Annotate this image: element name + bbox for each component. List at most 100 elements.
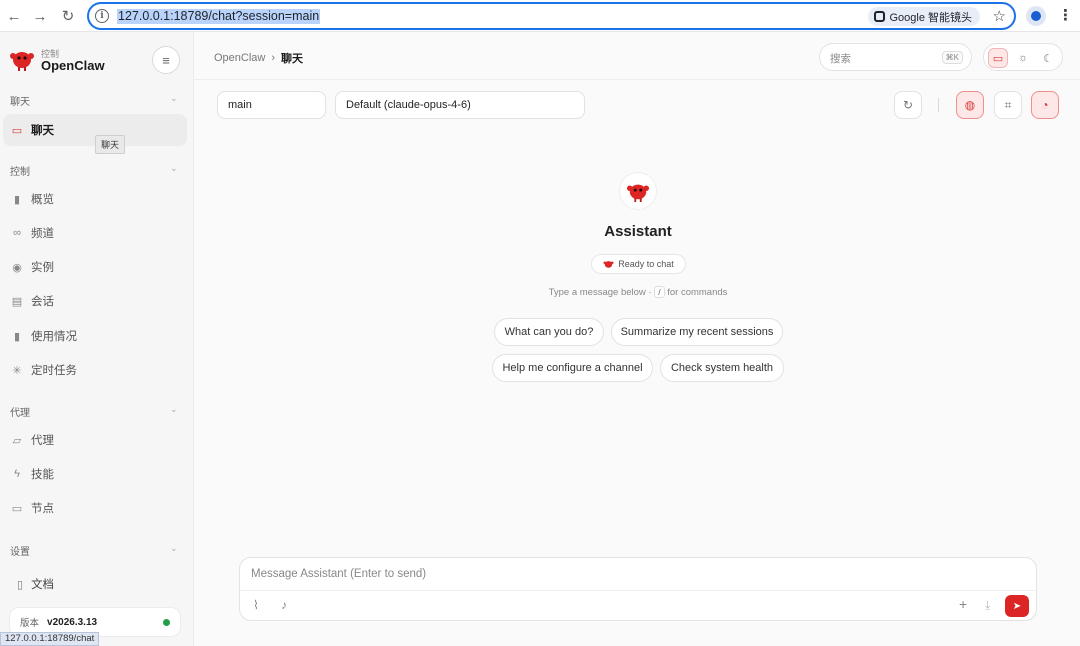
refresh-icon[interactable]: ↻ — [894, 91, 922, 119]
search-placeholder: 搜索 — [830, 53, 851, 65]
send-button[interactable]: ➤ — [1005, 595, 1029, 617]
book-icon: ▯ — [17, 578, 24, 591]
sidebar-item-label: 节点 — [31, 503, 54, 515]
clock-icon[interactable]: ◔ — [1031, 91, 1059, 119]
section-chat-title[interactable]: 聊天 — [10, 93, 30, 108]
sidebar-item-label: 聊天 — [31, 125, 54, 137]
suggestion-chip[interactable]: Summarize my recent sessions — [611, 318, 783, 346]
search-shortcut: ⌘K — [941, 51, 963, 64]
browser-toolbar: ← → ↻ i 127.0.0.1:18789/chat?session=mai… — [0, 0, 1080, 32]
theme-switcher: ▭ ☼ ☾ — [983, 43, 1063, 71]
section-settings-title[interactable]: 设置 — [10, 543, 30, 558]
document-icon: ▤ — [11, 295, 23, 308]
reload-icon[interactable]: ↻ — [58, 6, 78, 26]
breadcrumb-current: 聊天 — [281, 53, 304, 65]
sidebar-item-label: 代理 — [31, 435, 54, 447]
session-select[interactable]: main — [217, 91, 326, 119]
hamburger-icon: ≡ — [162, 52, 170, 68]
address-bar[interactable]: i 127.0.0.1:18789/chat?session=main Goog… — [87, 2, 1016, 30]
composer-hint: Type a message below · / for commands — [438, 286, 838, 298]
sidebar-item-label: 技能 — [31, 469, 54, 481]
microphone-icon[interactable]: ♪ — [281, 598, 287, 612]
monitor-icon: ▭ — [11, 502, 23, 515]
hint-key: / — [654, 286, 665, 298]
brand-name: OpenClaw — [41, 58, 105, 73]
sidebar-item-sessions[interactable]: ▤ 会话 — [3, 285, 187, 317]
suggestion-chip[interactable]: What can you do? — [494, 318, 604, 346]
sidebar-item-label: 定时任务 — [31, 365, 77, 377]
sun-icon[interactable]: ☼ — [1013, 48, 1033, 68]
status-online-dot — [163, 619, 170, 626]
chevron-down-icon[interactable]: ⌄ — [170, 93, 178, 104]
sidebar-item-skills[interactable]: ϟ 技能 — [3, 458, 187, 490]
sidebar-item-instances[interactable]: ◉ 实例 — [3, 251, 187, 283]
monitor-icon[interactable]: ▭ — [988, 48, 1008, 68]
forward-icon[interactable]: → — [30, 6, 50, 26]
section-agents-title[interactable]: 代理 — [10, 404, 30, 419]
broadcast-icon: ◉ — [12, 261, 22, 274]
site-info-icon[interactable]: i — [95, 9, 109, 23]
sidebar-item-agents[interactable]: ▱ 代理 — [3, 424, 187, 456]
assistant-name: Assistant — [604, 223, 672, 240]
sidebar-item-label: 概览 — [31, 194, 54, 206]
bar-chart-icon: ▮ — [13, 330, 21, 343]
focus-icon[interactable]: ⌗ — [994, 91, 1022, 119]
sidebar-item-label: 使用情况 — [31, 331, 77, 343]
chevron-down-icon[interactable]: ⌄ — [170, 404, 178, 415]
bookmark-star-icon[interactable]: ☆ — [993, 7, 1006, 25]
docs-link[interactable]: ▯ 文档 — [17, 576, 54, 592]
browser-menu-icon[interactable]: ⋮ — [1058, 6, 1073, 24]
send-icon: ➤ — [1012, 600, 1022, 612]
status-bar-url: 127.0.0.1:18789/chat — [0, 632, 100, 646]
message-composer[interactable]: Message Assistant (Enter to send) ⌇ ♪ + … — [239, 557, 1037, 621]
moon-icon[interactable]: ☾ — [1038, 48, 1058, 68]
header-divider — [194, 79, 1080, 80]
openclaw-logo-icon — [627, 184, 649, 202]
plus-icon[interactable]: + — [959, 596, 967, 612]
composer-divider — [240, 590, 1036, 591]
folder-icon: ▱ — [12, 434, 22, 447]
toolbar-divider — [938, 98, 939, 112]
assistant-avatar — [619, 172, 657, 210]
openclaw-logo-icon — [10, 52, 34, 71]
message-input[interactable]: Message Assistant (Enter to send) — [251, 568, 426, 580]
status-text: Ready to chat — [618, 259, 674, 269]
docs-label: 文档 — [31, 579, 55, 591]
hint-text-before: Type a message below · — [548, 287, 655, 298]
status-badge: Ready to chat — [591, 254, 686, 274]
sidebar-item-channels[interactable]: ∞ 频道 — [3, 217, 187, 249]
version-label: 版本 — [20, 618, 40, 629]
suggestion-chip[interactable]: Check system health — [660, 354, 784, 382]
sidebar-item-label: 实例 — [31, 262, 54, 274]
bar-chart-icon: ▮ — [13, 193, 21, 206]
sidebar-item-label: 频道 — [31, 228, 54, 240]
google-lens-button[interactable]: Google 智能镜头 — [868, 7, 980, 26]
sidebar-item-cron[interactable]: ✳ 定时任务 — [3, 354, 187, 386]
chevron-down-icon[interactable]: ⌄ — [170, 543, 178, 554]
back-icon[interactable]: ← — [4, 6, 24, 26]
paperclip-icon[interactable]: ⌇ — [253, 598, 259, 612]
chevron-down-icon[interactable]: ⌄ — [170, 163, 178, 174]
search-input[interactable]: 搜索 ⌘K — [819, 43, 972, 71]
lens-icon — [874, 11, 886, 22]
person-icon — [1031, 11, 1041, 21]
model-select[interactable]: Default (claude-opus-4-6) — [335, 91, 585, 119]
sidebar-tooltip: 聊天 — [95, 135, 126, 154]
download-icon[interactable]: ⤓ — [985, 598, 990, 613]
address-url[interactable]: 127.0.0.1:18789/chat?session=main — [117, 9, 321, 24]
section-control-title[interactable]: 控制 — [10, 163, 30, 178]
sidebar-collapse-button[interactable]: ≡ — [152, 46, 180, 74]
version-value: v2026.3.13 — [47, 616, 98, 628]
link-icon: ∞ — [13, 227, 21, 239]
hint-text-after: for commands — [664, 287, 728, 298]
breadcrumb-root[interactable]: OpenClaw — [214, 52, 265, 64]
lens-label: Google 智能镜头 — [889, 11, 972, 24]
sidebar-item-nodes[interactable]: ▭ 节点 — [3, 492, 187, 524]
sidebar-item-overview[interactable]: ▮ 概览 — [3, 183, 187, 215]
breadcrumb: OpenClaw › 聊天 — [214, 50, 303, 66]
brain-icon[interactable]: ◍ — [956, 91, 984, 119]
sidebar-item-usage[interactable]: ▮ 使用情况 — [3, 320, 187, 352]
sidebar: 控制 OpenClaw ≡ 聊天 ⌄ ▭ 聊天 控制 ⌄ ▮ 概览 ∞ 频道 ◉… — [0, 32, 194, 646]
profile-avatar[interactable] — [1026, 6, 1046, 26]
suggestion-chip[interactable]: Help me configure a channel — [492, 354, 653, 382]
